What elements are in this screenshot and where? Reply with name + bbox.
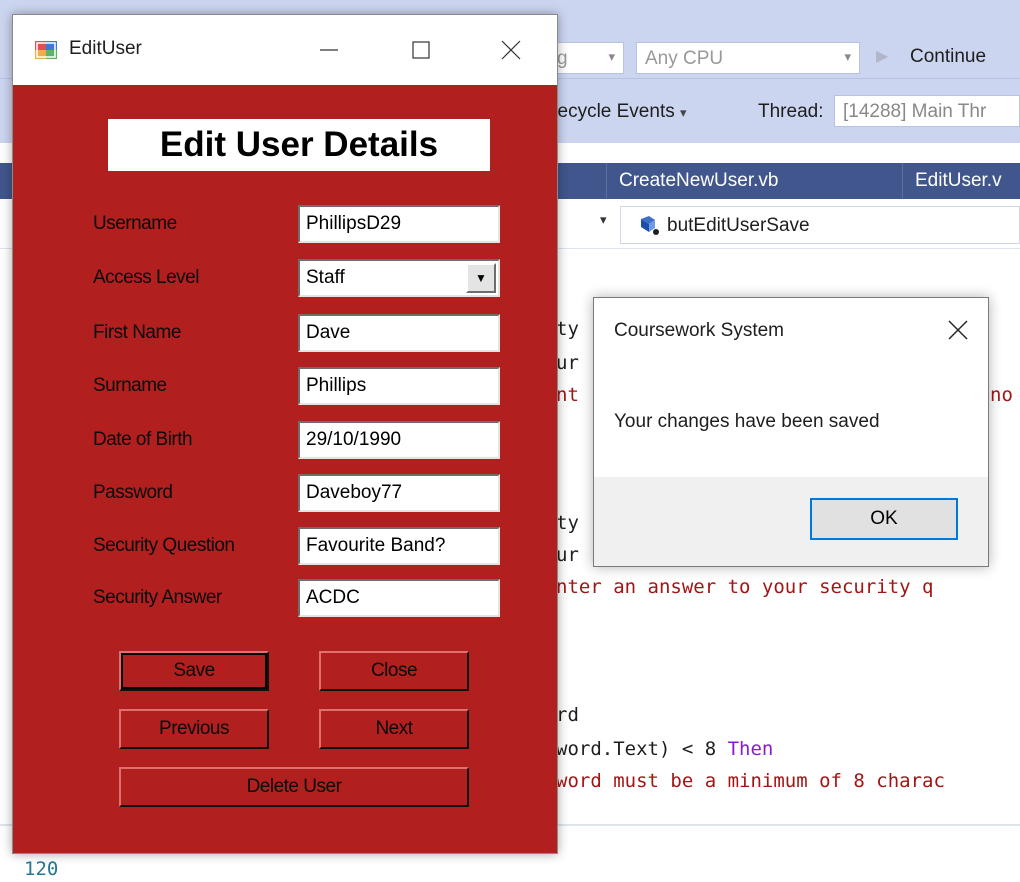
- code-line: rd: [556, 704, 579, 726]
- security-question-field[interactable]: Favourite Band?: [298, 527, 500, 565]
- dropdown-arrow-icon[interactable]: ▼: [466, 263, 496, 293]
- message-text: Your changes have been saved: [614, 411, 880, 432]
- security-answer-label: Security Answer: [93, 587, 222, 608]
- form-heading: Edit User Details: [108, 119, 490, 171]
- code-line: ty: [556, 318, 579, 340]
- code-line: no: [990, 384, 1013, 406]
- thread-label: Thread:: [758, 101, 824, 122]
- access-level-select[interactable]: Staff ▼: [298, 259, 500, 297]
- delete-user-button[interactable]: Delete User: [119, 767, 469, 807]
- code-line: ur: [556, 544, 579, 566]
- code-line: nter an answer to your security q: [556, 576, 934, 598]
- ok-button[interactable]: OK: [810, 498, 958, 540]
- close-button[interactable]: Close: [319, 651, 469, 691]
- thread-value: [14288] Main Thr: [843, 101, 987, 122]
- code-line: word.Text) < 8 Then: [556, 738, 773, 760]
- chevron-down-icon: ▾: [608, 49, 615, 64]
- first-name-label: First Name: [93, 322, 181, 343]
- username-label: Username: [93, 213, 177, 234]
- platform-value: Any CPU: [645, 48, 724, 69]
- tab-edit-user[interactable]: EditUser.v: [902, 163, 1020, 199]
- date-of-birth-field[interactable]: 29/10/1990: [298, 421, 500, 459]
- window-titlebar[interactable]: EditUser: [13, 15, 557, 85]
- minimize-icon: [320, 49, 338, 51]
- first-name-field[interactable]: Dave: [298, 314, 500, 352]
- security-answer-field[interactable]: ACDC: [298, 579, 500, 617]
- code-line: ty: [556, 512, 579, 534]
- code-line: word must be a minimum of 8 charac: [556, 770, 945, 792]
- close-icon: [948, 320, 968, 340]
- chevron-down-icon: ▾: [600, 213, 607, 228]
- security-question-label: Security Question: [93, 535, 235, 556]
- message-box-footer: OK: [594, 477, 988, 566]
- tab-create-new-user[interactable]: CreateNewUser.vb: [606, 163, 902, 199]
- message-box: Coursework System Your changes have been…: [593, 297, 989, 567]
- access-level-label: Access Level: [93, 267, 199, 288]
- maximize-icon: [412, 41, 430, 59]
- member-combo-value: butEditUserSave: [667, 215, 810, 236]
- lifecycle-events-label: ifecycle Events: [548, 101, 675, 122]
- close-window-button[interactable]: [465, 15, 557, 85]
- line-number: 120: [24, 858, 59, 880]
- member-combo[interactable]: butEditUserSave: [620, 206, 1020, 244]
- solution-config-combo[interactable]: g ▾: [548, 42, 624, 74]
- chevron-down-icon: ▾: [844, 49, 851, 64]
- code-token: word.Text) < 8: [556, 738, 728, 760]
- tab-label: CreateNewUser.vb: [619, 170, 779, 191]
- code-keyword: Then: [727, 738, 774, 760]
- minimize-button[interactable]: [283, 15, 375, 85]
- surname-field[interactable]: Phillips: [298, 367, 500, 405]
- edit-user-window: EditUser Edit User Details Username Phil…: [12, 14, 558, 854]
- tab-label: EditUser.v: [915, 170, 1002, 191]
- form-app-icon: [35, 41, 57, 59]
- thread-combo[interactable]: [14288] Main Thr: [834, 95, 1020, 127]
- previous-button[interactable]: Previous: [119, 709, 269, 749]
- code-line: nt: [556, 384, 579, 406]
- close-icon: [501, 40, 521, 60]
- maximize-button[interactable]: [375, 15, 467, 85]
- message-box-close-button[interactable]: [940, 312, 976, 348]
- password-field[interactable]: Daveboy77: [298, 474, 500, 512]
- platform-combo[interactable]: Any CPU ▾: [636, 42, 860, 74]
- save-button[interactable]: Save: [119, 651, 269, 691]
- password-label: Password: [93, 482, 173, 503]
- event-icon: [641, 216, 659, 235]
- access-level-value: Staff: [306, 267, 345, 288]
- message-box-title: Coursework System: [614, 320, 784, 341]
- code-line: ur: [556, 352, 579, 374]
- chevron-down-icon: ▾: [680, 105, 687, 120]
- play-icon: ▶: [876, 46, 889, 65]
- date-of-birth-label: Date of Birth: [93, 429, 193, 450]
- username-field[interactable]: PhillipsD29: [298, 205, 500, 243]
- solution-config-value: g: [557, 48, 568, 69]
- lifecycle-events-menu[interactable]: ifecycle Events ▾: [548, 101, 687, 123]
- next-button[interactable]: Next: [319, 709, 469, 749]
- window-title: EditUser: [69, 38, 142, 59]
- continue-button[interactable]: Continue: [910, 46, 986, 68]
- surname-label: Surname: [93, 375, 167, 396]
